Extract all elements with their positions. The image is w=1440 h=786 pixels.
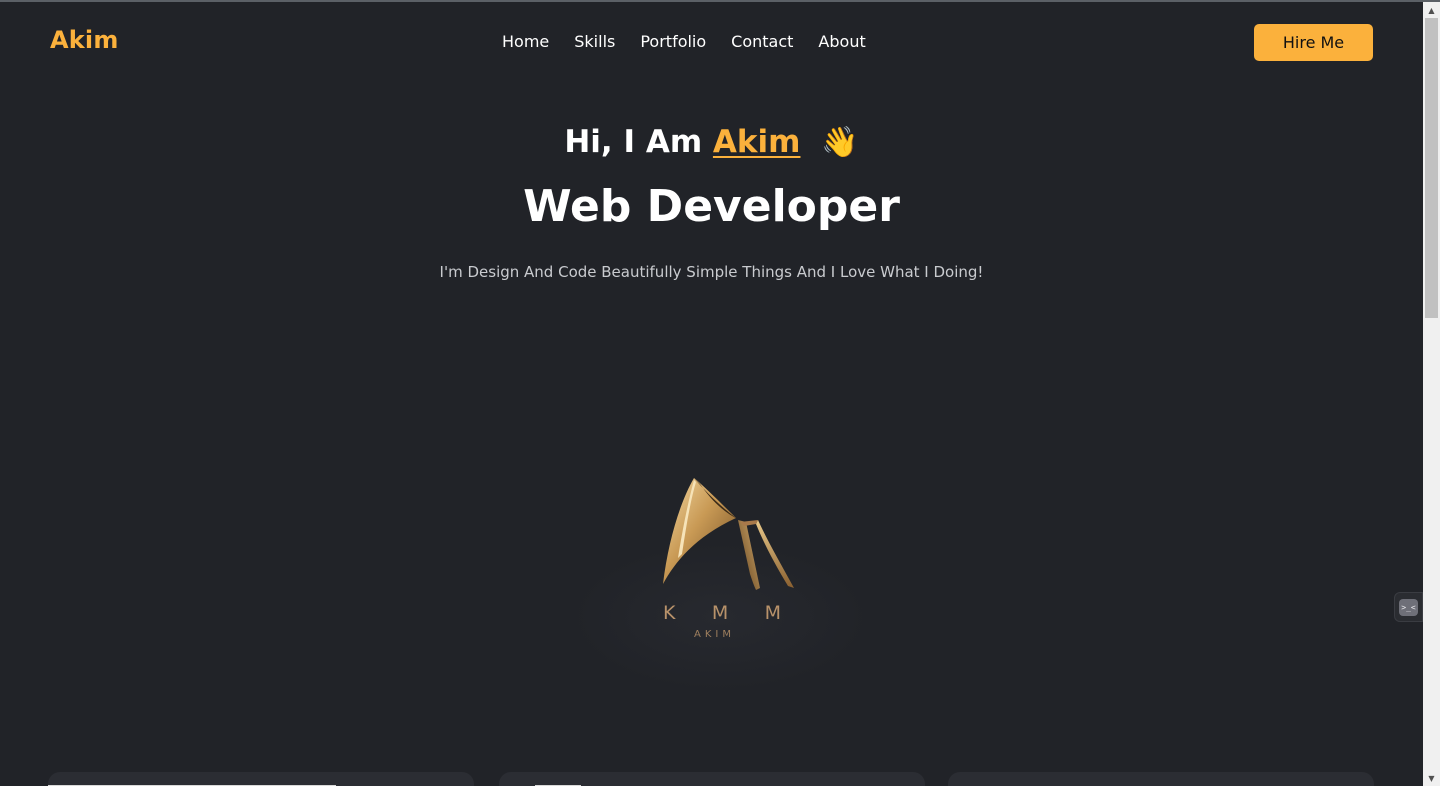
vertical-scrollbar[interactable]: ▲ ▼ [1423,2,1440,786]
brand-letter-k: K [663,602,678,624]
nav-link-skills[interactable]: Skills [574,33,615,51]
scroll-down-arrow-icon[interactable]: ▼ [1423,770,1440,786]
hero-title: Web Developer [523,181,900,232]
scrollbar-thumb[interactable] [1425,18,1438,318]
nav-link-about[interactable]: About [818,33,865,51]
greeting-prefix: Hi, I Am [564,124,703,160]
nav-link-contact[interactable]: Contact [731,33,793,51]
chat-bot-icon: >_< [1399,598,1418,616]
brand-name: AKIM [694,629,735,640]
feature-card [499,772,925,786]
feature-card [948,772,1374,786]
hero-greeting: Hi, I Am Akim 👋 [0,122,1423,163]
hero-subtitle: I'm Design And Code Beautifully Simple T… [439,263,984,281]
greeting-name: Akim [712,124,801,160]
feature-card [48,772,474,786]
waving-hand-icon: 👋 [821,125,859,160]
brand-mountain-icon [663,478,794,590]
scroll-up-arrow-icon[interactable]: ▲ [1423,2,1440,18]
nav-link-home[interactable]: Home [502,33,549,51]
brand-letter-m1: M [711,602,731,624]
chat-widget-button[interactable]: >_< [1394,592,1423,622]
page: Akim Home Skills Portfolio Contact About… [0,2,1423,786]
site-logo[interactable]: Akim [50,26,119,54]
hire-me-button[interactable]: Hire Me [1254,24,1373,61]
brand-monogram: K M M [663,602,783,624]
nav-link-portfolio[interactable]: Portfolio [640,33,706,51]
brand-letter-m2: M [764,602,783,624]
main-nav: Home Skills Portfolio Contact About [502,33,866,51]
brand-logo [560,462,860,692]
